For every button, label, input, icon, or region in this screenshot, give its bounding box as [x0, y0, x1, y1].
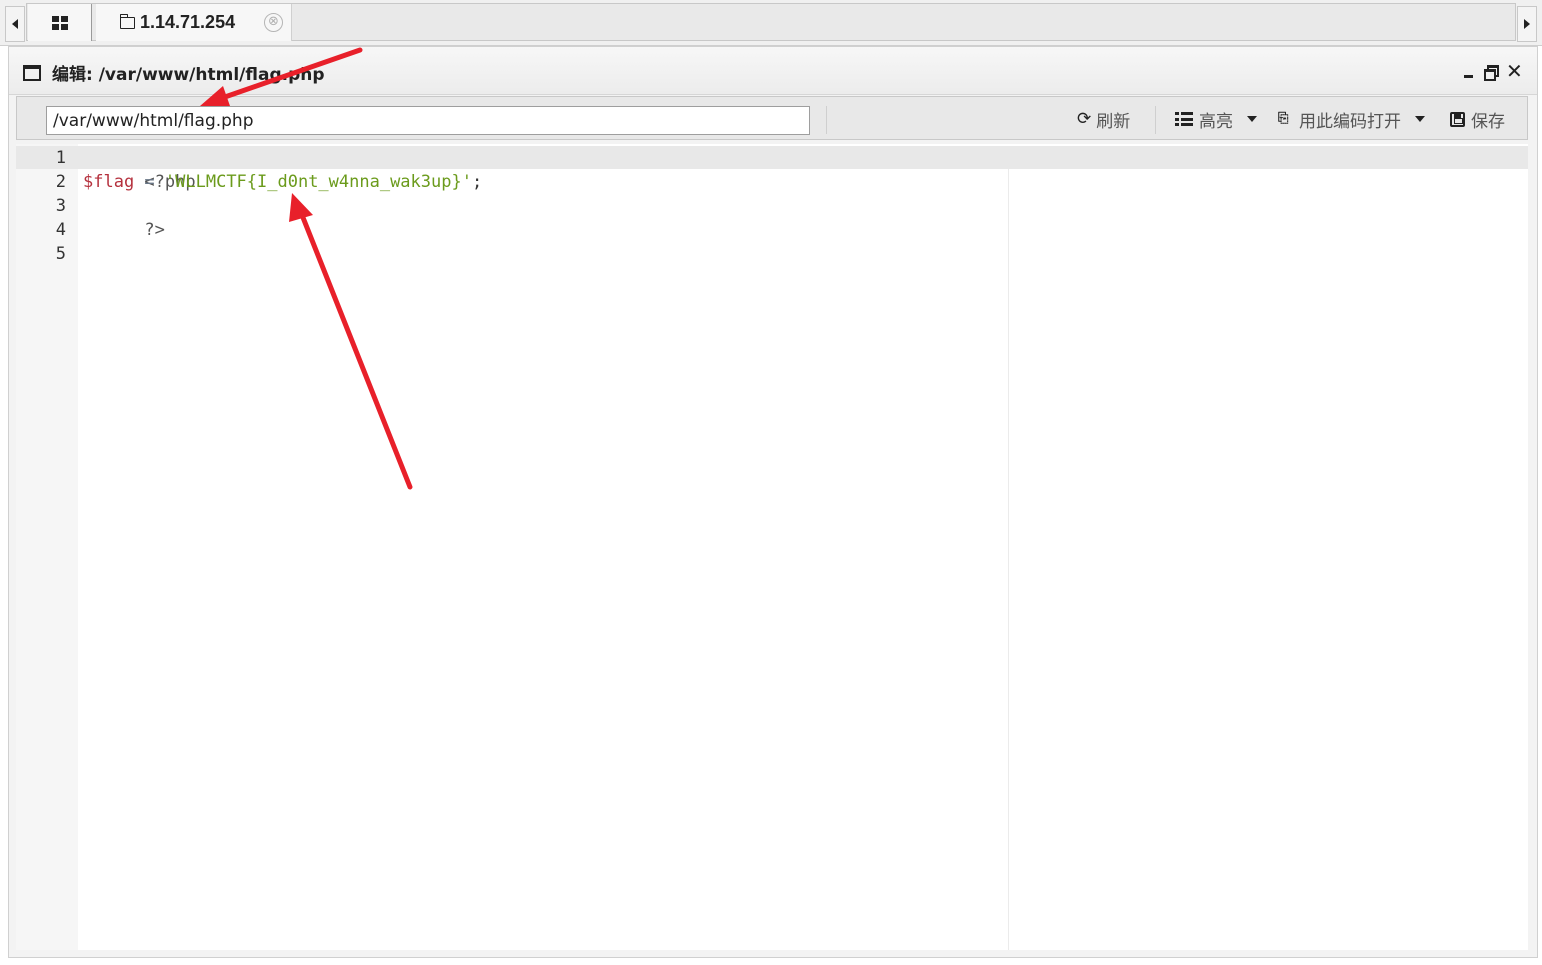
code-line: ?> — [83, 194, 165, 266]
arrow-left-icon — [12, 19, 18, 29]
php-close-tag: ?> — [144, 220, 165, 240]
encoding-label: 用此编码打开 — [1299, 111, 1401, 132]
window-icon — [23, 65, 41, 81]
save-button[interactable]: 保存 — [1450, 105, 1505, 133]
restore-icon[interactable] — [1483, 63, 1499, 81]
tab-host-label: 1.14.71.254 — [140, 12, 236, 32]
tab-close-icon[interactable]: ⊗ — [264, 13, 283, 32]
encoding-dropdown[interactable]: ⎘ 用此编码打开 — [1278, 105, 1425, 133]
refresh-label: 刷新 — [1096, 111, 1131, 132]
file-path-input[interactable] — [46, 106, 810, 135]
grid-icon — [51, 15, 68, 30]
editor-toolbar: ⟳ 刷新 高亮 ⎘ 用此编码打开 保存 — [16, 96, 1528, 140]
window-title: 编辑: /var/www/html/flag.php — [52, 65, 325, 85]
tab-host[interactable]: 1.14.71.254 ⊗ — [96, 4, 292, 41]
highlight-label: 高亮 — [1199, 111, 1233, 132]
caret-down-icon — [1415, 116, 1425, 122]
close-icon[interactable]: ✕ — [1506, 61, 1523, 81]
tab-scroll-left-button[interactable] — [5, 6, 25, 42]
code-line: $flag = 'WLLMCTF{I_d0nt_w4nna_wak3up}'; — [83, 170, 482, 194]
refresh-button[interactable]: ⟳ 刷新 — [1077, 105, 1130, 133]
print-margin — [1008, 169, 1009, 950]
highlight-dropdown[interactable]: 高亮 — [1175, 105, 1257, 133]
window-header: 编辑: /var/www/html/flag.php ✕ — [9, 47, 1537, 95]
line-number: 1 — [55, 148, 66, 168]
toolbar-divider — [826, 106, 827, 134]
refresh-icon: ⟳ — [1077, 109, 1092, 129]
toolbar-divider — [1155, 106, 1156, 134]
encoding-icon: ⎘ — [1278, 111, 1289, 126]
semicolon-token: ; — [471, 172, 483, 192]
arrow-right-icon — [1524, 19, 1530, 29]
tab-bar: 1.14.71.254 ⊗ — [0, 0, 1542, 46]
tab-home[interactable] — [28, 4, 92, 41]
caret-down-icon — [1247, 116, 1257, 122]
line-number: 5 — [55, 244, 66, 264]
list-icon — [1175, 112, 1193, 126]
folder-icon — [119, 13, 135, 29]
line-number: 2 — [55, 172, 66, 192]
string-token: 'WLLMCTF{I_d0nt_w4nna_wak3up}' — [164, 172, 472, 192]
variable-token: $flag — [83, 172, 135, 192]
code-editor[interactable]: 1 2 3 4 5 <?php $flag = 'WLLMCTF{I_d0nt_… — [16, 144, 1528, 950]
save-label: 保存 — [1471, 111, 1505, 132]
line-number: 4 — [55, 220, 66, 240]
tab-scroll-right-button[interactable] — [1517, 6, 1537, 42]
minimize-icon[interactable] — [1461, 63, 1477, 79]
active-line-highlight — [16, 146, 1528, 169]
editor-window: 编辑: /var/www/html/flag.php ✕ ⟳ 刷新 高亮 ⎘ 用… — [8, 46, 1538, 958]
operator-token: = — [134, 172, 165, 192]
save-icon — [1450, 111, 1465, 127]
line-number: 3 — [55, 196, 66, 216]
